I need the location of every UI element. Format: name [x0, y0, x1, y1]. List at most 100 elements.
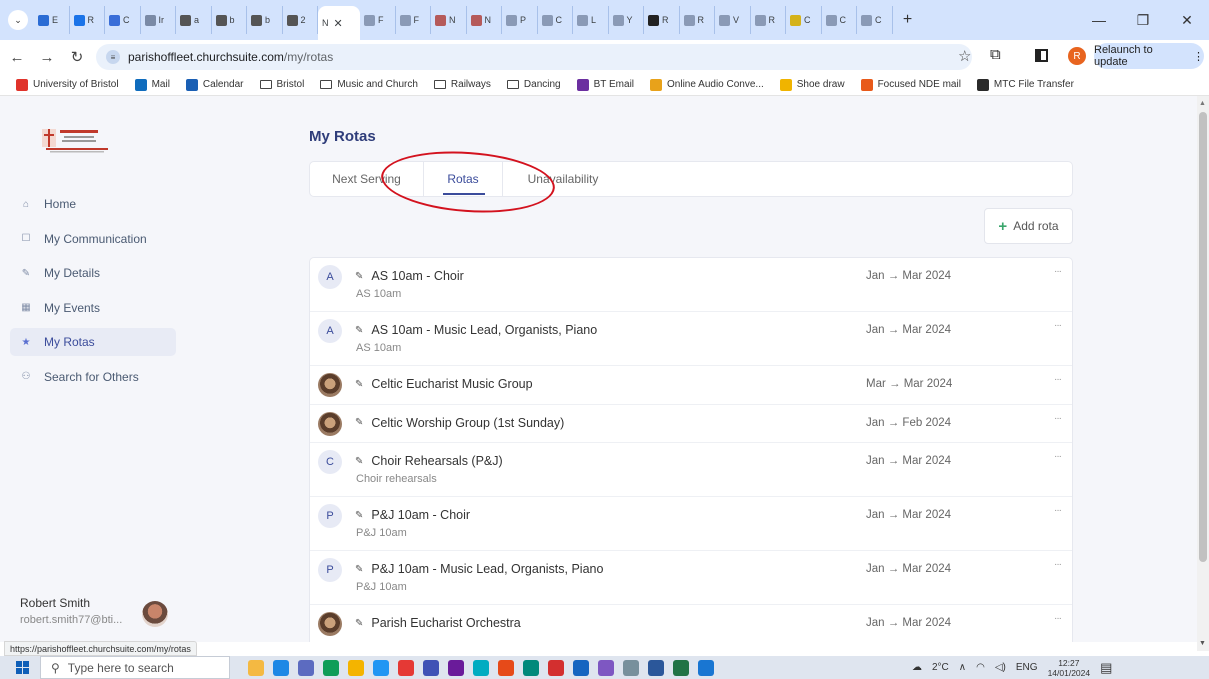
bookmark-item[interactable]: Bristol	[259, 79, 304, 90]
row-more-options-icon[interactable]: ···	[1054, 413, 1062, 424]
rota-row[interactable]: P ✎ P&J 10am - Music Lead, Organists, Pian…	[310, 551, 1072, 605]
language-indicator[interactable]: ENG	[1016, 662, 1038, 673]
tray-chevron-icon[interactable]: ∧	[959, 662, 966, 673]
sidebar-item-my-communication[interactable]: ☐ My Communication	[10, 225, 176, 253]
tab-next-serving[interactable]: Next Serving	[310, 162, 423, 196]
browser-tab[interactable]: b	[247, 6, 283, 34]
browser-tab[interactable]: P	[502, 6, 538, 34]
sidebar-item-search-for-others[interactable]: ⚇ Search for Others	[10, 363, 176, 391]
new-tab-button[interactable]: +	[897, 11, 919, 29]
row-more-options-icon[interactable]: ···	[1054, 320, 1062, 331]
address-bar[interactable]: ≡ parishoffleet.churchsuite.com/my/rotas	[96, 44, 972, 70]
taskbar-app-icon[interactable]	[373, 659, 389, 676]
profile-avatar[interactable]: R	[1068, 47, 1086, 65]
row-more-options-icon[interactable]: ···	[1054, 613, 1062, 624]
edit-pencil-icon[interactable]: ✎	[355, 564, 363, 575]
browser-tab[interactable]: F	[360, 6, 396, 34]
browser-tab[interactable]: C	[857, 6, 893, 34]
rota-name-link[interactable]: ✎ Choir Rehearsals (P&J)	[355, 454, 503, 468]
browser-tab[interactable]: Y	[609, 6, 644, 34]
taskbar-app-icon[interactable]	[473, 659, 489, 676]
bookmark-item[interactable]: BT Email	[576, 78, 634, 91]
rota-row[interactable]: P ✎ P&J 10am - Choir P&J 10am Jan → Mar 2024…	[310, 497, 1072, 551]
edit-pencil-icon[interactable]: ✎	[355, 456, 363, 467]
browser-tab[interactable]: Ir	[141, 6, 176, 34]
browser-tab[interactable]: N	[467, 6, 502, 34]
sidebar-item-my-details[interactable]: ✎ My Details	[10, 259, 176, 287]
rota-name-link[interactable]: ✎ Parish Eucharist Orchestra	[355, 616, 521, 630]
row-more-options-icon[interactable]: ···	[1054, 505, 1062, 516]
browser-tab[interactable]: R	[70, 6, 105, 34]
row-more-options-icon[interactable]: ···	[1054, 266, 1062, 277]
back-button[interactable]: ←	[4, 44, 30, 70]
rota-row[interactable]: A ✎ AS 10am - Music Lead, Organists, Piano…	[310, 312, 1072, 366]
bookmark-item[interactable]: Online Audio Conve...	[650, 78, 764, 91]
taskbar-app-icon[interactable]	[548, 659, 564, 676]
edit-pencil-icon[interactable]: ✎	[355, 325, 363, 336]
scrollbar-thumb[interactable]	[1199, 112, 1207, 562]
taskbar-app-icon[interactable]	[598, 659, 614, 676]
taskbar-app-icon[interactable]	[623, 659, 639, 676]
rota-row[interactable]: ✎ Celtic Eucharist Music Group Mar → Mar 2…	[310, 366, 1072, 405]
bookmark-item[interactable]: MTC File Transfer	[976, 78, 1074, 91]
forward-button[interactable]: →	[34, 44, 60, 70]
rota-name-link[interactable]: ✎ Celtic Worship Group (1st Sunday)	[355, 416, 564, 430]
browser-tab[interactable]: R	[680, 6, 715, 34]
close-window-button[interactable]: ✕	[1165, 0, 1209, 40]
parish-logo[interactable]	[40, 126, 116, 154]
browser-tab[interactable]: a	[176, 6, 212, 34]
taskbar-app-icon[interactable]	[523, 659, 539, 676]
taskbar-app-icon[interactable]	[398, 659, 414, 676]
taskbar-app-icon[interactable]	[448, 659, 464, 676]
rota-name-link[interactable]: ✎ P&J 10am - Music Lead, Organists, Piano	[355, 562, 603, 576]
restore-button[interactable]: ❐	[1121, 0, 1165, 40]
windows-start-icon[interactable]	[12, 658, 32, 678]
row-more-options-icon[interactable]: ···	[1054, 451, 1062, 462]
browser-tab[interactable]: V	[715, 6, 751, 34]
browser-tab[interactable]: E	[34, 6, 70, 34]
notifications-icon[interactable]: ▤	[1100, 660, 1112, 676]
rota-row[interactable]: ✎ Celtic Worship Group (1st Sunday) Jan → …	[310, 405, 1072, 443]
edit-pencil-icon[interactable]: ✎	[355, 379, 363, 390]
browser-tab[interactable]: R	[644, 6, 680, 34]
rota-name-link[interactable]: ✎ Celtic Eucharist Music Group	[355, 377, 533, 391]
taskbar-search-box[interactable]: ⚲ Type here to search	[40, 656, 230, 679]
bookmark-item[interactable]: Dancing	[506, 79, 561, 90]
close-tab-icon[interactable]: ✕	[334, 17, 343, 30]
browser-tab[interactable]: R	[751, 6, 786, 34]
rota-name-link[interactable]: ✎ AS 10am - Choir	[355, 269, 464, 283]
taskbar-app-icon[interactable]	[423, 659, 439, 676]
tab-unavailability[interactable]: Unavailability	[503, 162, 623, 196]
side-panel-icon[interactable]	[1035, 49, 1048, 62]
sidebar-item-my-rotas[interactable]: ★ My Rotas	[10, 328, 176, 356]
browser-tab[interactable]: N	[431, 6, 467, 34]
browser-tab[interactable]: C	[786, 6, 822, 34]
taskbar-app-icon[interactable]	[573, 659, 589, 676]
browser-tab[interactable]: 2	[283, 6, 318, 34]
bookmark-star-icon[interactable]: ☆	[958, 47, 971, 65]
taskbar-app-icon[interactable]	[698, 659, 714, 676]
sidebar-item-home[interactable]: ⌂ Home	[10, 190, 176, 218]
edit-pencil-icon[interactable]: ✎	[355, 618, 363, 629]
extensions-icon[interactable]: ⧉	[990, 46, 1001, 63]
bookmark-item[interactable]: Music and Church	[320, 79, 418, 90]
edit-pencil-icon[interactable]: ✎	[355, 510, 363, 521]
minimize-button[interactable]: —	[1077, 0, 1121, 40]
scroll-up-arrow-icon[interactable]: ▲	[1199, 100, 1206, 107]
taskbar-app-icon[interactable]	[323, 659, 339, 676]
weather-temp[interactable]: 2°C	[932, 662, 949, 673]
browser-tab-active[interactable]: N ✕	[318, 6, 360, 40]
user-panel[interactable]: Robert Smith robert.smith77@bti...	[20, 596, 175, 627]
tab-rotas[interactable]: Rotas	[423, 162, 503, 196]
rota-name-link[interactable]: ✎ P&J 10am - Choir	[355, 508, 470, 522]
browser-tab[interactable]: C	[538, 6, 573, 34]
tab-search-menu-button[interactable]: ⌄	[8, 10, 28, 30]
site-info-icon[interactable]: ≡	[106, 50, 120, 64]
edit-pencil-icon[interactable]: ✎	[355, 271, 363, 282]
browser-tab[interactable]: b	[212, 6, 247, 34]
taskbar-app-icon[interactable]	[348, 659, 364, 676]
bookmark-item[interactable]: Mail	[134, 78, 170, 91]
user-avatar[interactable]	[142, 601, 168, 627]
browser-tab[interactable]: F	[396, 6, 431, 34]
add-rota-button[interactable]: + Add rota	[984, 208, 1073, 244]
